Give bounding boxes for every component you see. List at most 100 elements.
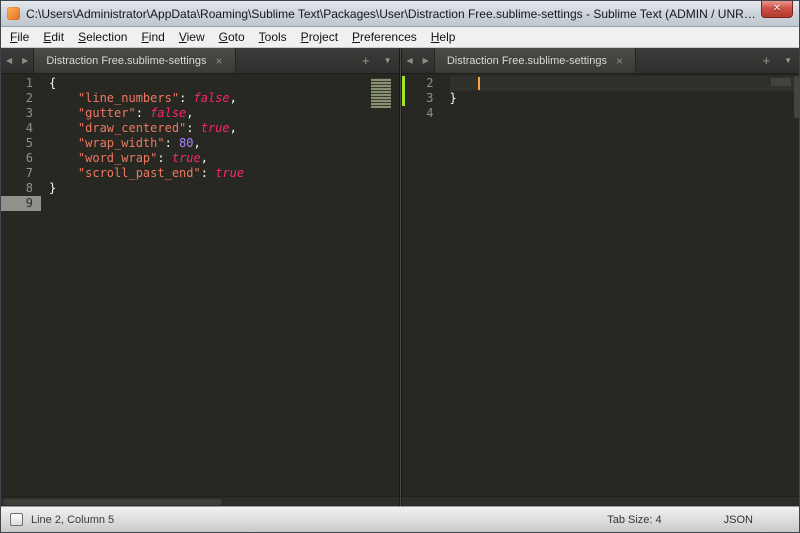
gutter: 234 [402,76,442,496]
code-line[interactable]: "wrap_width": 80, [49,136,399,151]
menu-item-preferences[interactable]: Preferences [345,27,424,47]
code-token: "word_wrap" [78,151,157,165]
hscroll-thumb[interactable] [3,499,222,505]
code-line[interactable]: "line_numbers": false, [49,91,399,106]
horizontal-scrollbar[interactable] [402,496,800,506]
tab-scroll-right-icon[interactable]: ▶ [17,56,33,65]
code-token [450,76,479,90]
tab-scroll-left-icon[interactable]: ◀ [402,56,418,65]
code-token: , [230,91,237,105]
menu-item-find[interactable]: Find [134,27,171,47]
menu-item-selection[interactable]: Selection [71,27,134,47]
code-token: "scroll_past_end" [78,166,201,180]
line-number[interactable]: 4 [402,106,442,121]
status-icon[interactable] [10,513,23,526]
tab-distraction-free-settings[interactable]: Distraction Free.sublime-settings × [434,48,636,73]
line-number[interactable]: 6 [1,151,41,166]
code-line[interactable]: { [49,76,399,91]
tabbar-spacer [636,48,755,73]
statusbar: Line 2, Column 5 Tab Size: 4 JSON [1,506,799,532]
pane-1: ◀ ▶ Distraction Free.sublime-settings × … [402,48,800,506]
horizontal-scrollbar[interactable] [1,496,399,506]
line-number[interactable]: 3 [1,106,41,121]
editor: 234 } [402,74,800,496]
code-token: { [49,76,56,90]
code-line[interactable]: } [49,181,399,196]
code-token: , [194,136,201,150]
gutter: 123456789 [1,76,41,496]
menu-item-tools[interactable]: Tools [252,27,294,47]
code-token: : [157,151,171,165]
code-token: true [201,121,230,135]
line-number[interactable]: 2 [402,76,442,91]
line-number[interactable]: 5 [1,136,41,151]
menubar: FileEditSelectionFindViewGotoToolsProjec… [1,27,799,48]
close-window-button[interactable]: ✕ [761,1,793,18]
code-line[interactable] [49,196,399,211]
code-token: : [186,121,200,135]
code-line[interactable] [450,106,800,121]
menu-item-goto[interactable]: Goto [212,27,252,47]
minimap[interactable] [769,76,793,88]
text-caret [478,77,480,90]
code-line[interactable]: "draw_centered": true, [49,121,399,136]
code-token: } [450,91,457,105]
code-line[interactable]: "scroll_past_end": true [49,166,399,181]
code-line[interactable]: "gutter": false, [49,106,399,121]
titlebar[interactable]: C:\Users\Administrator\AppData\Roaming\S… [1,1,799,27]
tab-overflow-icon[interactable]: ▼ [377,56,399,65]
menu-item-view[interactable]: View [172,27,212,47]
vertical-scrollbar[interactable] [794,74,799,496]
code-token [49,121,78,135]
menu-item-file[interactable]: File [3,27,36,47]
tabbar: ◀ ▶ Distraction Free.sublime-settings × … [1,48,399,74]
code-token: "draw_centered" [78,121,186,135]
code-token: : [165,136,179,150]
menu-item-project[interactable]: Project [294,27,345,47]
code-token: false [194,91,230,105]
new-tab-button[interactable]: + [755,53,777,68]
editor-split: ◀ ▶ Distraction Free.sublime-settings × … [1,48,799,506]
menu-item-help[interactable]: Help [424,27,463,47]
minimap[interactable] [369,76,393,110]
line-number[interactable]: 7 [1,166,41,181]
line-number[interactable]: 4 [1,121,41,136]
line-number[interactable]: 1 [1,76,41,91]
line-number[interactable]: 9 [1,196,41,211]
code-line[interactable]: } [450,91,800,106]
tab-label: Distraction Free.sublime-settings [46,55,206,67]
tab-scroll-left-icon[interactable]: ◀ [1,56,17,65]
cursor-position: Line 2, Column 5 [31,514,114,526]
tab-label: Distraction Free.sublime-settings [447,55,607,67]
tabbar-spacer [236,48,355,73]
code-token: true [215,166,244,180]
code-token: "gutter" [78,106,136,120]
code-area[interactable]: } [442,76,800,496]
code-token: 80 [179,136,193,150]
tabbar: ◀ ▶ Distraction Free.sublime-settings × … [402,48,800,74]
line-number[interactable]: 8 [1,181,41,196]
code-token: false [150,106,186,120]
line-number[interactable]: 3 [402,91,442,106]
code-token: , [201,151,208,165]
syntax-indicator[interactable]: JSON [724,514,753,526]
code-token: true [172,151,201,165]
code-token [49,166,78,180]
menu-item-edit[interactable]: Edit [36,27,71,47]
tab-close-icon[interactable]: × [616,54,623,68]
tab-scroll-right-icon[interactable]: ▶ [418,56,434,65]
line-number[interactable]: 2 [1,91,41,106]
vscroll-thumb[interactable] [794,76,799,118]
code-token [49,136,78,150]
tab-size-indicator[interactable]: Tab Size: 4 [607,514,661,526]
new-tab-button[interactable]: + [355,53,377,68]
window-title: C:\Users\Administrator\AppData\Roaming\S… [26,7,759,21]
code-line[interactable] [450,76,800,91]
tab-overflow-icon[interactable]: ▼ [777,56,799,65]
tab-close-icon[interactable]: × [215,54,222,68]
code-area[interactable]: { "line_numbers": false, "gutter": false… [41,76,399,496]
sublime-app-icon [7,7,20,20]
code-token: : [179,91,193,105]
code-line[interactable]: "word_wrap": true, [49,151,399,166]
tab-distraction-free-settings[interactable]: Distraction Free.sublime-settings × [33,48,235,73]
